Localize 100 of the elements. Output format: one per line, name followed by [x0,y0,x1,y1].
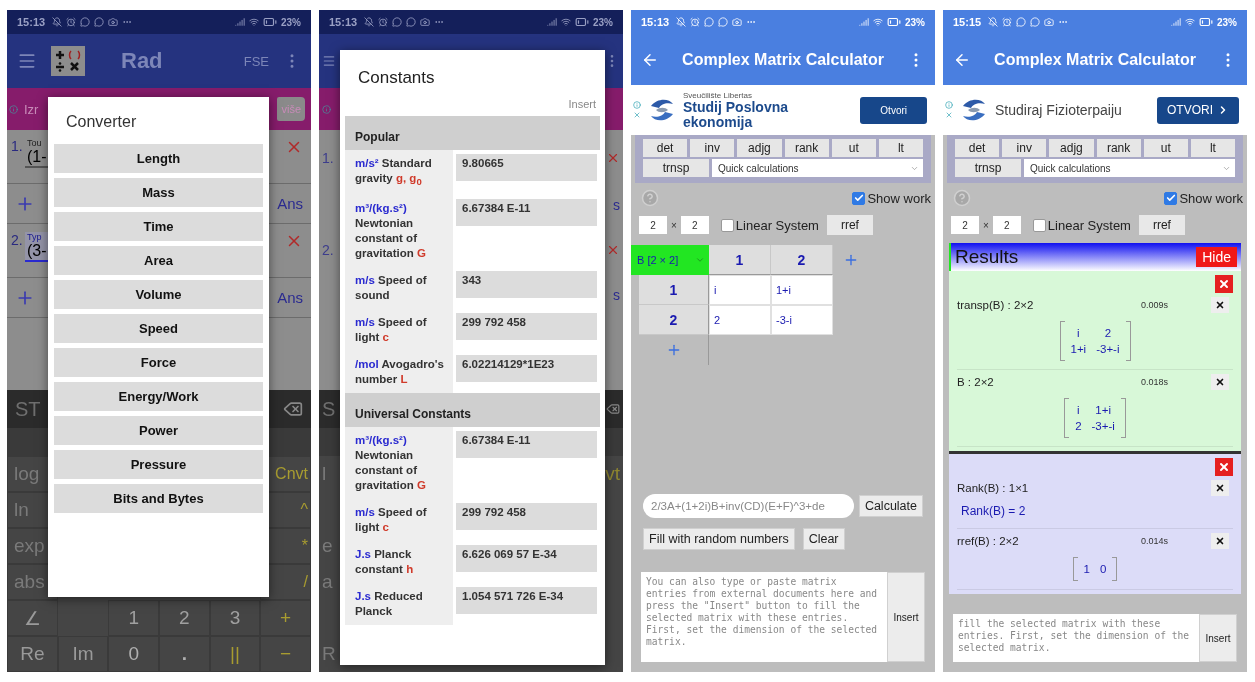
result-time: 0.014s [1141,536,1170,546]
rows-field[interactable]: 2 [951,216,979,234]
constant-value[interactable]: 6.67384 E-11 [456,199,597,227]
unit-category-button[interactable]: Area [54,246,263,275]
open-button[interactable]: OTVORI [1157,96,1239,124]
constant-value[interactable]: 343 [456,271,597,299]
rref-button[interactable]: rref [1138,215,1185,235]
close-icon[interactable] [945,111,953,119]
paste-text-area[interactable]: You can also type or paste matrix entries from external documents here and press the "Insert" button to fill the selected matrix with these entries. First, set the dimension of the selected matrix. [641,572,887,662]
hide-button[interactable]: Hide [1196,247,1237,267]
remove-result-button[interactable] [1211,533,1229,549]
unit-category-button[interactable]: Force [54,348,263,377]
operation-button[interactable]: adjg [1049,139,1094,157]
status-time: 15:15 [953,16,982,28]
show-work-checkbox[interactable]: Show work [1164,190,1243,206]
info-icon[interactable] [322,104,331,114]
operation-button[interactable]: det [643,139,688,157]
menu-icon[interactable] [17,51,37,71]
matrix-cell[interactable]: i [709,275,771,305]
keypad-key[interactable]: 0 [108,636,159,672]
unit-category-button[interactable]: Power [54,416,263,445]
keypad-key[interactable]: . [159,636,210,672]
unit-category-button[interactable]: Length [54,144,263,173]
close-group-button[interactable] [1215,275,1233,293]
calculate-button[interactable]: Calculate [858,495,923,517]
operation-button[interactable]: lt [878,139,923,157]
linear-system-checkbox[interactable]: Linear System [1032,217,1131,233]
constant-value[interactable]: 299 792 458 [456,313,597,341]
open-button[interactable]: Otvori [860,96,927,124]
insert-button[interactable]: Insert [887,572,925,662]
alarm-clock-icon [66,17,77,27]
constant-value[interactable]: 1.054 571 726 E-34 [456,587,597,615]
close-icon[interactable] [606,243,620,257]
insert-button[interactable]: Insert [1199,614,1237,662]
rows-field[interactable]: 2 [639,216,667,234]
quick-calculations-select[interactable]: Quick calculations [712,159,923,177]
clear-button[interactable]: Clear [802,528,845,550]
unit-category-button[interactable]: Mass [54,178,263,207]
backspace-icon[interactable] [606,402,620,416]
matrix-entry: 1+i [1094,403,1113,418]
columns-field[interactable]: 2 [680,216,709,234]
answer-button[interactable]: Ans [277,195,303,212]
unit-category-button[interactable]: Pressure [54,450,263,479]
operation-button[interactable]: inv [690,139,735,157]
show-work-checkbox[interactable]: Show work [852,190,931,206]
matrix-entry: 2 [1075,419,1082,434]
battery-icon [887,15,901,29]
unit-category-button[interactable]: Bits and Bytes [54,484,263,513]
constant-value[interactable]: 299 792 458 [456,503,597,531]
operation-button[interactable]: ut [831,139,876,157]
operation-button[interactable]: ut [1143,139,1188,157]
unit-category-button[interactable]: Volume [54,280,263,309]
add-column-icon[interactable] [843,252,859,268]
quick-calculations-select[interactable]: Quick calculations [1024,159,1235,177]
unit-category-button[interactable]: Speed [54,314,263,343]
matrix-cell[interactable]: -3-i [771,305,833,335]
constant-value[interactable]: 6.626 069 57 E-34 [456,545,597,573]
keypad-key[interactable]: 1 [108,600,159,636]
constant-value[interactable]: 6.67384 E-11 [456,431,597,459]
help-icon[interactable] [953,189,971,207]
operation-button[interactable]: rank [784,139,829,157]
operation-button[interactable]: rank [1096,139,1141,157]
answer-button[interactable]: s [613,287,620,303]
paste-text-area[interactable]: fill the selected matrix with these entries. First, set the dimension of the selected matrix. [953,614,1199,662]
columns-field[interactable]: 2 [992,216,1021,234]
linear-system-checkbox[interactable]: Linear System [720,217,819,233]
help-icon[interactable] [641,189,659,207]
operation-button[interactable]: det [955,139,1000,157]
matrix-tab[interactable]: B [2 × 2] [631,245,709,275]
unit-category-button[interactable]: Energy/Work [54,382,263,411]
operation-button[interactable]: adjg [737,139,782,157]
close-group-button[interactable] [1215,458,1233,476]
fill-random-button[interactable]: Fill with random numbers [643,528,795,550]
operation-button[interactable]: trnsp [643,159,709,177]
result-time: 0.009s [1141,300,1170,310]
constant-value[interactable]: 6.02214129*1E23 [456,355,597,383]
close-icon[interactable] [633,111,641,119]
insert-button[interactable]: Insert [564,96,600,116]
operation-button[interactable]: lt [1190,139,1235,157]
unit-category-button[interactable]: Time [54,212,263,241]
backspace-icon[interactable] [283,399,303,419]
operation-button[interactable]: trnsp [955,159,1021,177]
expression-field[interactable]: Typ (3- [25,232,49,262]
info-icon[interactable] [633,101,641,109]
remove-result-button[interactable] [1211,297,1229,313]
remove-result-button[interactable] [1211,480,1229,496]
operation-button[interactable]: inv [1002,139,1047,157]
info-icon[interactable] [9,104,18,114]
info-icon[interactable] [945,101,953,109]
keypad-key[interactable]: 2 [159,600,210,636]
answer-button[interactable]: Ans [277,289,303,306]
rref-button[interactable]: rref [826,215,873,235]
menu-icon[interactable] [322,54,336,68]
matrix-cell[interactable]: 1+i [771,275,833,305]
matrix-cell[interactable]: 2 [709,305,771,335]
remove-result-button[interactable] [1211,374,1229,390]
constant-value[interactable]: 9.80665 [456,154,597,181]
keypad-key[interactable]: 3 [209,600,261,636]
expression-field[interactable]: 2/3A+(1+2i)B+inv(CD)(E+F)^3+de [643,494,854,518]
answer-button[interactable]: s [613,197,620,213]
